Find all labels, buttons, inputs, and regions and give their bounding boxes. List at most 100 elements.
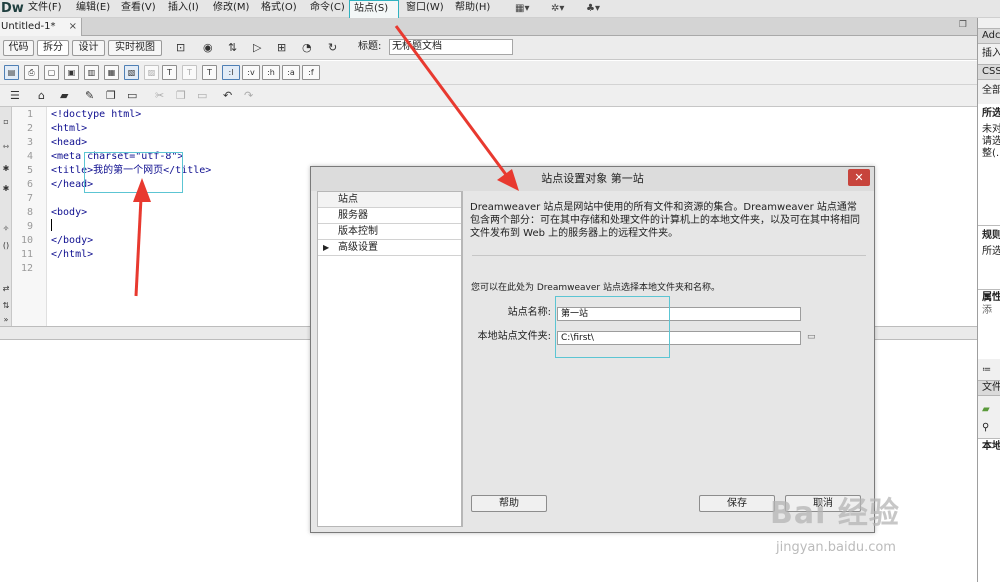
menu-commands[interactable]: 命令(C): [310, 0, 345, 18]
menu-modify[interactable]: 修改(M): [213, 0, 249, 18]
email-icon[interactable]: ▢: [44, 65, 59, 80]
menu-file[interactable]: 文件(F): [28, 0, 62, 18]
menu-help[interactable]: 帮助(H): [455, 0, 490, 18]
nav-item-advanced[interactable]: ▶ 高级设置: [318, 240, 461, 256]
text-tag-icon[interactable]: T: [162, 65, 177, 80]
apply-comment-icon[interactable]: ⇄: [1, 284, 11, 294]
file-management-icon[interactable]: ⇅: [228, 40, 237, 56]
menu-insert[interactable]: 插入(I): [168, 0, 199, 18]
edit-icon[interactable]: ✎: [85, 88, 94, 104]
insert-a-button[interactable]: :a: [282, 65, 300, 80]
refresh-icon[interactable]: ↻: [328, 40, 337, 56]
dialog-title: 站点设置对象 第一站: [311, 167, 874, 191]
div-icon[interactable]: ▤: [4, 65, 19, 80]
insert-panel-tab[interactable]: 插入: [982, 47, 1000, 61]
right-panel-group: Adc 插入 CSS 全部 所选 未对 请选 整(… 规则 所选 属性 添 ≔ …: [977, 18, 1000, 582]
media-icon[interactable]: ▧: [124, 65, 139, 80]
menu-format[interactable]: 格式(O): [261, 0, 297, 18]
rules-header: 规则: [982, 230, 1000, 241]
live-view-button[interactable]: 实时视图: [108, 40, 162, 56]
site-tree-icon[interactable]: ♣▾: [586, 2, 600, 15]
panel-tab-header[interactable]: Adc: [978, 28, 1000, 44]
css-panel-tab[interactable]: CSS: [982, 65, 1000, 79]
insert-h-button[interactable]: :h: [262, 65, 280, 80]
insert-v-button[interactable]: :v: [242, 65, 260, 80]
css-panel-header[interactable]: CSS: [978, 64, 1000, 80]
adobe-panel-tab[interactable]: Adc: [982, 29, 1000, 43]
code-line: </html>: [51, 249, 94, 260]
line-number: 3: [26, 137, 33, 148]
insert-f-button[interactable]: :f: [302, 65, 320, 80]
cancel-button[interactable]: 取消: [785, 495, 861, 512]
select-parent-icon[interactable]: ✧: [1, 224, 11, 234]
hyperlink-icon[interactable]: ⎙: [24, 65, 39, 80]
dialog-close-button[interactable]: ✕: [848, 169, 870, 186]
files-list[interactable]: 本地: [978, 438, 1000, 582]
site-hint: 您可以在此处为 Dreamweaver 站点选择本地文件夹和名称。: [471, 283, 720, 293]
document-tab-name: Untitled-1*: [1, 21, 56, 32]
info-line: 整(…: [982, 148, 1000, 159]
open-documents-icon[interactable]: ▫: [1, 117, 11, 127]
expand-all-icon[interactable]: ✱: [1, 184, 11, 194]
code-view-button[interactable]: 代码: [3, 40, 34, 56]
expand-arrow-icon[interactable]: ▶: [323, 240, 329, 255]
multiscreen-icon[interactable]: ⊡: [176, 40, 185, 56]
remove-comment-icon[interactable]: ⇅: [1, 301, 11, 311]
check-browser-icon[interactable]: ⊞: [277, 40, 286, 56]
more-tools-icon[interactable]: »: [1, 315, 11, 325]
site-name-label: 站点名称:: [507, 307, 551, 318]
nav-item-label: 高级设置: [338, 242, 378, 253]
layout-icon[interactable]: ▦▾: [515, 2, 529, 15]
close-tab-icon[interactable]: ×: [69, 18, 77, 35]
w3c-validation-icon[interactable]: ▷: [253, 40, 261, 56]
panel-options-icon[interactable]: ≔: [982, 363, 991, 377]
text-tag3-icon[interactable]: T: [202, 65, 217, 80]
line-number: 2: [26, 123, 33, 134]
design-view-button[interactable]: 设计: [72, 40, 105, 56]
preview-browser-icon[interactable]: ◉: [203, 40, 213, 56]
files-panel-tab[interactable]: 文件: [982, 381, 1000, 395]
undo-icon[interactable]: ↶: [223, 88, 232, 104]
save-button[interactable]: 保存: [699, 495, 775, 512]
restore-window-icon[interactable]: ❐: [959, 20, 967, 30]
all-tab[interactable]: 全部: [982, 84, 1000, 98]
paste-disabled-icon: ▭: [197, 89, 208, 102]
code-line: <!doctype html>: [51, 109, 142, 120]
new-document-icon[interactable]: ☰: [10, 88, 20, 104]
camera-icon[interactable]: ▰: [60, 88, 68, 104]
insert-l-button[interactable]: :l: [222, 65, 240, 80]
document-tab[interactable]: Untitled-1* ×: [0, 18, 82, 36]
collapse-tag-icon[interactable]: ⇿: [1, 142, 11, 152]
folder-icon[interactable]: ▰: [982, 403, 990, 417]
image-icon[interactable]: ▦: [104, 65, 119, 80]
split-view-button[interactable]: 拆分: [37, 40, 69, 56]
table-icon[interactable]: ▥: [84, 65, 99, 80]
balance-braces-icon[interactable]: (): [1, 241, 11, 251]
nav-item-servers[interactable]: 服务器: [318, 208, 461, 224]
site-description: Dreamweaver 站点是网站中使用的所有文件和资源的集合。Dreamwea…: [470, 202, 860, 239]
nav-item-version-control[interactable]: 版本控制: [318, 224, 461, 240]
menu-window[interactable]: 窗口(W): [406, 0, 444, 18]
menu-view[interactable]: 查看(V): [121, 0, 156, 18]
rules-pane: 规则 所选: [978, 225, 1000, 289]
nav-item-label: 站点: [338, 194, 358, 205]
paste-icon[interactable]: ▭: [127, 88, 137, 104]
help-button[interactable]: 帮助: [471, 495, 547, 512]
home-icon[interactable]: ⌂: [38, 88, 45, 104]
line-number: 10: [20, 235, 33, 246]
visual-aids-icon[interactable]: ◔: [302, 40, 312, 56]
browse-folder-icon[interactable]: ▭: [807, 332, 820, 342]
line-number: 5: [26, 165, 33, 176]
nav-item-label: 服务器: [338, 210, 368, 221]
copy-icon[interactable]: ❐: [106, 88, 116, 104]
add-property-link[interactable]: 添: [982, 304, 992, 318]
page-title-input[interactable]: 无标题文档: [389, 39, 513, 55]
connect-icon[interactable]: ⚲: [982, 421, 989, 435]
code-line: <html>: [51, 123, 88, 134]
nav-item-site[interactable]: 站点: [318, 192, 461, 208]
collapse-selection-icon[interactable]: ✱: [1, 164, 11, 174]
files-panel-header[interactable]: 文件: [978, 380, 1000, 396]
menu-edit[interactable]: 编辑(E): [76, 0, 110, 18]
anchor-icon[interactable]: ▣: [64, 65, 79, 80]
gear-icon[interactable]: ✲▾: [551, 2, 564, 15]
